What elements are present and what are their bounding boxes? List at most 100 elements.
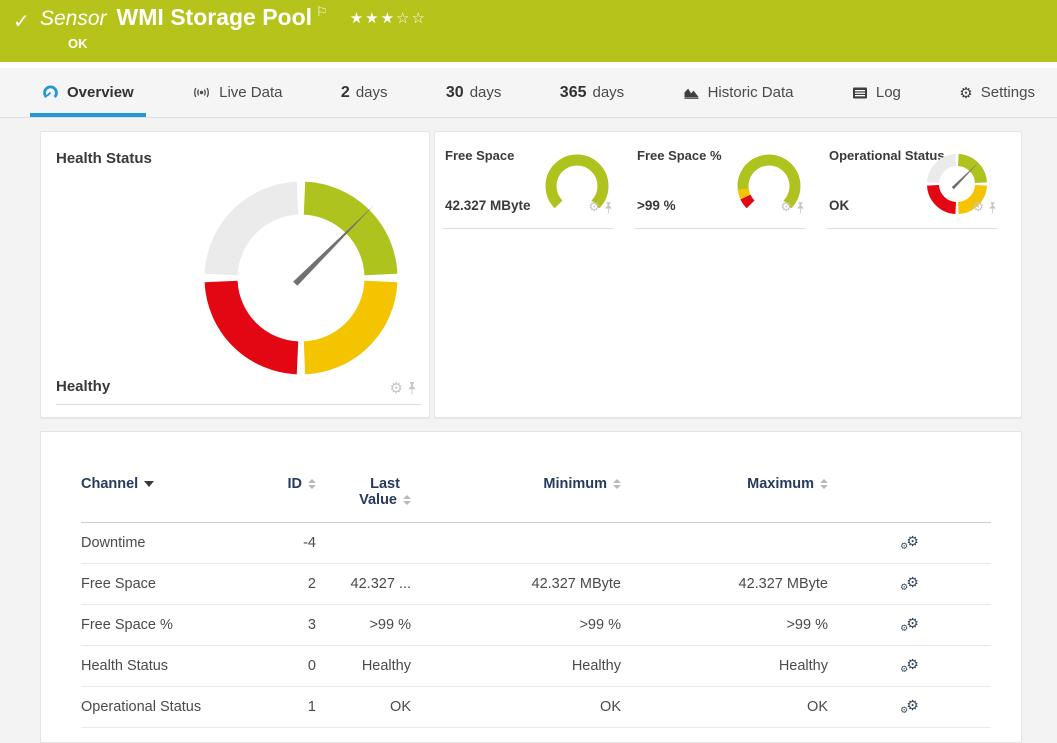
channel-settings-gears-icon[interactable]: ⚙⚙ [900, 698, 919, 716]
gear-icon[interactable]: ⚙ [972, 200, 984, 215]
free-space-title: Free Space [445, 148, 515, 163]
sort-icon [403, 495, 411, 506]
pin-icon[interactable] [796, 201, 805, 214]
tile-divider [56, 404, 421, 405]
free-space-value: 42.327 MByte [445, 198, 531, 213]
priority-stars[interactable]: ★★★☆☆ [350, 9, 427, 27]
table-row: Health Status 0 Healthy Healthy Healthy … [81, 645, 991, 687]
channel-minimum: OK [411, 686, 621, 728]
channel-name[interactable]: Free Space [81, 563, 261, 605]
status-badge: OK [68, 36, 88, 51]
sort-icon [613, 479, 621, 490]
tab-30-days[interactable]: 30 days [434, 68, 513, 117]
channel-id: 3 [261, 604, 316, 646]
column-header-maximum[interactable]: Maximum [621, 468, 828, 523]
broadcast-icon [194, 87, 210, 98]
column-header-id-label: ID [287, 476, 303, 492]
channel-maximum: Healthy [621, 645, 828, 687]
status-check-icon: ✓ [13, 9, 30, 33]
tab-365-days[interactable]: 365 days [548, 68, 636, 117]
free-space-pct-value: >99 % [637, 198, 676, 213]
channel-name[interactable]: Downtime [81, 522, 261, 564]
channel-minimum: 42.327 MByte [411, 563, 621, 605]
tab-log-label: Log [875, 84, 901, 101]
gauge-icon [43, 85, 58, 99]
tab-overview-label: Overview [67, 84, 134, 101]
column-header-channel[interactable]: Channel [81, 468, 261, 523]
channel-name[interactable]: Operational Status [81, 686, 261, 728]
page-title: WMI Storage Pool [116, 4, 313, 30]
column-header-last-value[interactable]: Last Value [316, 468, 411, 523]
table-row: Free Space 2 42.327 ... 42.327 MByte 42.… [81, 563, 991, 605]
column-header-minimum[interactable]: Minimum [411, 468, 621, 523]
tile-divider [827, 228, 997, 229]
channel-name[interactable]: Free Space % [81, 604, 261, 646]
table-row: Free Space % 3 >99 % >99 % >99 % ⚙⚙ [81, 604, 991, 646]
operational-status-value: OK [829, 198, 850, 213]
tab-bar: Overview Live Data 2 days 30 days 365 da… [0, 68, 1057, 118]
health-status-title: Health Status [56, 150, 152, 167]
channel-id: -4 [261, 522, 316, 564]
tab-2-days-number: 2 [340, 83, 350, 101]
channel-settings-gears-icon[interactable]: ⚙⚙ [900, 616, 919, 634]
log-icon [852, 87, 867, 98]
tab-live-data[interactable]: Live Data [180, 68, 294, 117]
tab-settings[interactable]: ⚙ Settings [947, 68, 1047, 117]
column-header-channel-label: Channel [81, 476, 139, 492]
channel-minimum [411, 522, 621, 564]
sensor-title-row: Sensor WMI Storage Pool ⚐ ★★★☆☆ [40, 4, 427, 31]
column-header-settings [828, 468, 991, 523]
tab-2-days-label: days [355, 84, 388, 101]
channel-maximum [621, 522, 828, 564]
gear-icon[interactable]: ⚙ [588, 200, 600, 215]
tile-divider [443, 228, 613, 229]
channel-last-value: >99 % [316, 604, 411, 646]
health-status-panel: Health Status Healthy ⚙ [40, 131, 430, 418]
column-header-minimum-label: Minimum [543, 476, 607, 492]
tab-overview[interactable]: Overview [30, 68, 146, 117]
free-space-pct-tile: Free Space % >99 % ⚙ [627, 132, 813, 232]
channel-maximum: >99 % [621, 604, 828, 646]
tab-30-days-number: 30 [445, 83, 464, 101]
column-header-value-label: Value [359, 492, 397, 508]
channel-settings-gears-icon[interactable]: ⚙⚙ [900, 657, 919, 675]
operational-status-gauge [927, 154, 987, 214]
channel-name[interactable]: Health Status [81, 645, 261, 687]
tab-historic-data[interactable]: Historic Data [671, 68, 806, 117]
sorted-desc-icon [144, 481, 155, 488]
gear-icon[interactable]: ⚙ [780, 200, 792, 215]
tab-historic-data-label: Historic Data [707, 84, 794, 101]
gear-icon: ⚙ [959, 83, 973, 102]
free-space-gauge [545, 154, 609, 210]
health-status-value: Healthy [56, 378, 111, 395]
channel-last-value [316, 522, 411, 564]
column-header-maximum-label: Maximum [747, 476, 814, 492]
channel-id: 2 [261, 563, 316, 605]
area-chart-icon [684, 88, 699, 99]
tab-settings-label: Settings [980, 84, 1035, 101]
column-header-id[interactable]: ID [261, 468, 316, 523]
channel-settings-gears-icon[interactable]: ⚙⚙ [900, 575, 919, 593]
tab-live-data-label: Live Data [219, 84, 283, 101]
free-space-tile: Free Space 42.327 MByte ⚙ [435, 132, 621, 232]
object-kind-label: Sensor [40, 7, 107, 30]
table-row: Operational Status 1 OK OK OK ⚙⚙ [81, 686, 991, 728]
gear-icon[interactable]: ⚙ [390, 379, 403, 397]
tab-log[interactable]: Log [840, 68, 913, 117]
channel-id: 0 [261, 645, 316, 687]
table-row: Downtime -4 ⚙⚙ [81, 522, 991, 564]
table-header-row: Channel ID Last Value Minimum Maximum [81, 468, 991, 523]
channels-panel: Channel ID Last Value Minimum Maximum Do… [40, 431, 1022, 743]
pin-icon[interactable] [988, 201, 997, 214]
pin-icon[interactable] [604, 201, 613, 214]
channel-settings-gears-icon[interactable]: ⚙⚙ [900, 534, 919, 552]
mini-gauges-panel: Free Space 42.327 MByte ⚙ Free Space % >… [434, 131, 1022, 418]
pin-icon[interactable] [407, 381, 417, 395]
tile-divider [635, 228, 805, 229]
channel-maximum: OK [621, 686, 828, 728]
tab-2-days[interactable]: 2 days [329, 68, 400, 117]
channel-minimum: Healthy [411, 645, 621, 687]
flag-icon[interactable]: ⚐ [316, 5, 328, 20]
sort-icon [308, 479, 316, 490]
channel-last-value: 42.327 ... [316, 563, 411, 605]
